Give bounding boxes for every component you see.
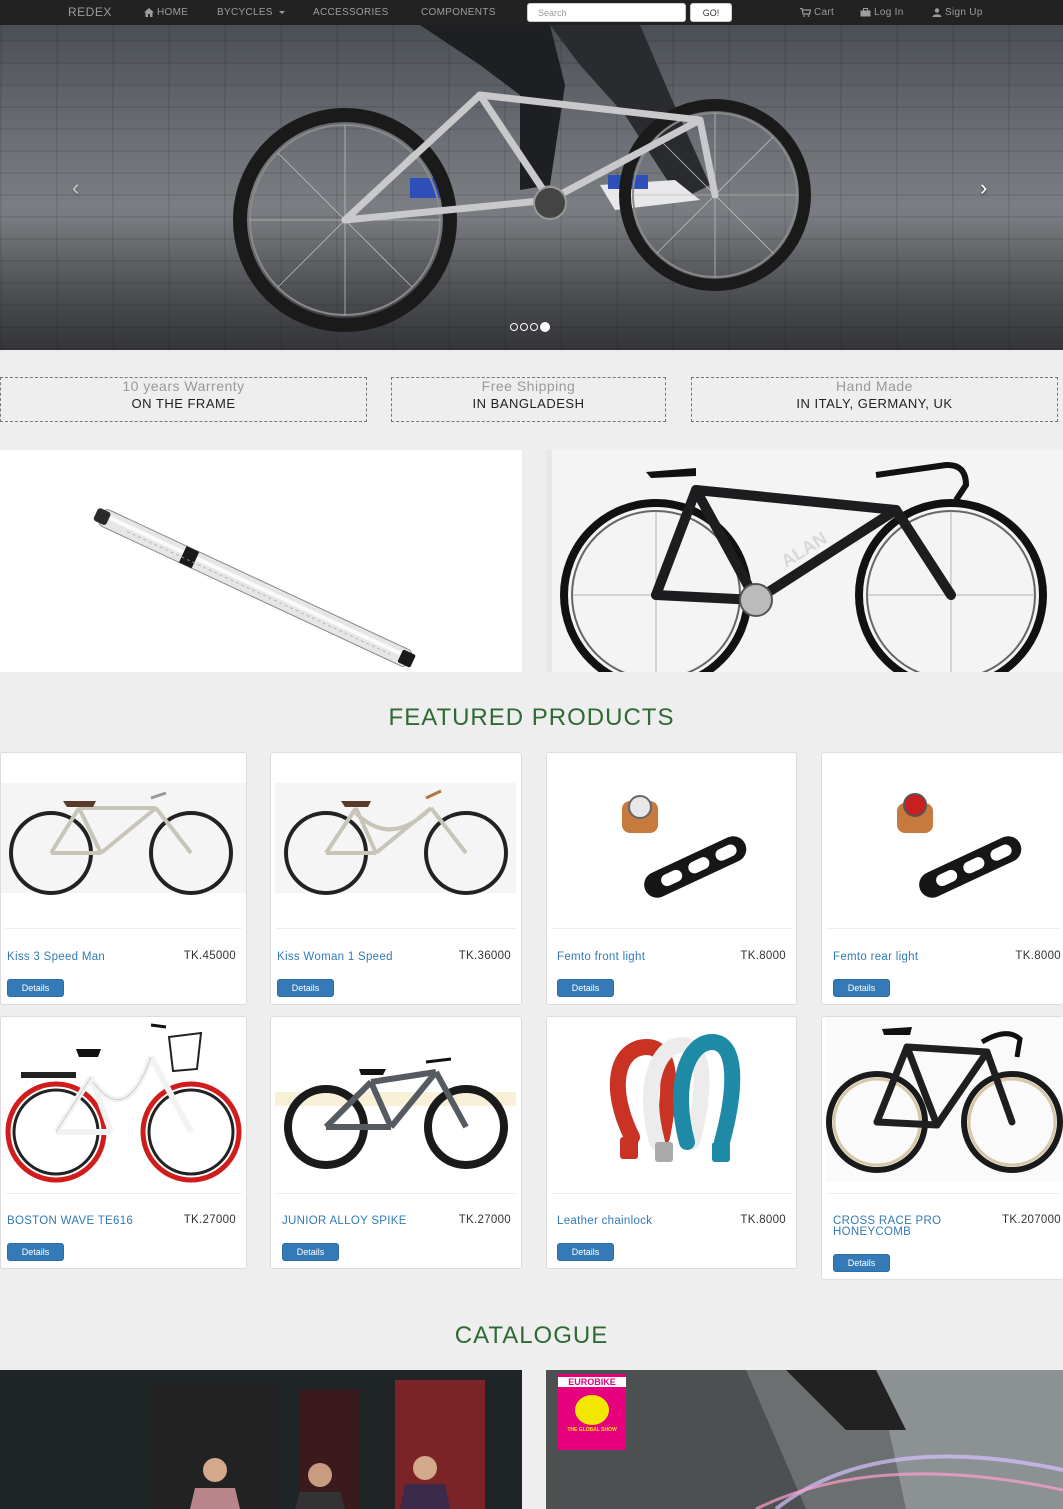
carousel-prev-button[interactable]: ‹ [72,175,79,201]
search-input[interactable] [527,3,686,22]
mountain-bike-image [275,1057,516,1169]
feature-subtitle: IN BANGLADESH [472,396,585,411]
product-name-link[interactable]: BOSTON WAVE TE616 [7,1215,133,1227]
promo-pump[interactable] [0,450,522,672]
product-price: TK.36000 [458,950,511,962]
catalogue-heading: CATALOGUE [454,1322,609,1349]
nav-accessories[interactable]: ACCESSORIES [313,7,389,18]
front-light-image [622,795,747,898]
product-card: Kiss Woman 1 Speed TK.36000 Details [270,752,522,1005]
chevron-down-icon [278,11,285,14]
user-icon [932,8,942,17]
product-image[interactable] [547,753,792,923]
road-bike-image: ALAN [546,450,1063,672]
nav-home[interactable]: HOME [144,7,188,18]
product-card: Kiss 3 Speed Man TK.45000 Details [0,752,247,1005]
feature-title: Free Shipping [481,378,576,394]
details-button[interactable]: Details [7,1243,64,1261]
feature-title: 10 years Warrenty [122,378,245,394]
hero-carousel: ‹ › [0,25,1063,350]
feature-subtitle: ON THE FRAME [131,396,236,411]
product-image[interactable] [271,753,516,923]
product-image[interactable] [1,753,246,923]
product-name-link[interactable]: Kiss 3 Speed Man [7,951,105,963]
nav-signup-label: Sign Up [945,7,983,18]
product-name-link[interactable]: Leather chainlock [557,1215,652,1227]
cart-icon [800,8,811,17]
cyclocross-bike-image [826,1017,1063,1182]
product-card: CROSS RACE PRO HONEYCOMB TK.207000 Detai… [821,1016,1063,1280]
nav-cart-label: Cart [814,7,835,18]
product-image[interactable] [1,1017,246,1187]
feature-subtitle: IN ITALY, GERMANY, UK [796,396,953,411]
feature-handmade: Hand Made IN ITALY, GERMANY, UK [691,377,1058,422]
catalogue-banner-left[interactable] [0,1370,522,1509]
nav-home-label: HOME [157,7,189,18]
feature-title: Hand Made [836,378,913,394]
product-name-link[interactable]: Kiss Woman 1 Speed [277,951,393,963]
product-price: TK.27000 [458,1214,511,1226]
feature-warranty: 10 years Warrenty ON THE FRAME [0,377,367,422]
product-image[interactable] [822,753,1063,923]
promo-road-bike[interactable]: ALAN [546,450,1063,672]
nav-login[interactable]: Log In [860,7,904,18]
nav-bycycles-label: BYCYCLES [217,7,273,18]
product-price: TK.45000 [183,950,236,962]
product-name-link[interactable]: CROSS RACE PRO HONEYCOMB [833,1215,983,1238]
details-button[interactable]: Details [557,979,614,997]
product-name-link[interactable]: Femto front light [557,951,645,963]
nav-components[interactable]: COMPONENTS [421,7,496,18]
rear-light-image [897,793,1022,898]
hero-bike-image [233,25,811,332]
product-price: TK.27000 [183,1214,236,1226]
product-card: Femto rear light TK.8000 Details [821,752,1063,1005]
product-price: TK.8000 [740,1214,786,1226]
carousel-indicator-active[interactable] [540,322,550,332]
product-name-link[interactable]: JUNIOR ALLOY SPIKE [282,1215,407,1227]
product-card: BOSTON WAVE TE616 TK.27000 Details [0,1016,247,1269]
product-card: Leather chainlock TK.8000 Details [546,1016,797,1269]
eurobike-logo: EUROBIKE THE GLOBAL SHOW [558,1374,626,1450]
details-button[interactable]: Details [277,979,334,997]
product-card: Femto front light TK.8000 Details [546,752,797,1005]
feature-shipping: Free Shipping IN BANGLADESH [391,377,666,422]
brand-logo[interactable]: REDEX [68,5,112,19]
product-price: TK.8000 [740,950,786,962]
catalogue-banner-right[interactable]: EUROBIKE THE GLOBAL SHOW [546,1370,1063,1509]
womens-city-bike-image [275,783,516,895]
product-image[interactable] [822,1017,1063,1187]
carousel-indicators [510,322,550,332]
chain-locks-image [609,1033,741,1162]
details-button[interactable]: Details [282,1243,339,1261]
featured-heading: FEATURED PRODUCTS [388,704,675,731]
bike-pump-image [93,508,416,668]
product-name-link[interactable]: Femto rear light [833,951,918,963]
nav-signup[interactable]: Sign Up [932,7,983,18]
product-price: TK.207000 [1002,1214,1061,1226]
details-button[interactable]: Details [833,979,890,997]
carousel-indicator[interactable] [520,323,528,331]
nav-cart[interactable]: Cart [800,7,834,18]
nav-bycycles-dropdown[interactable]: BYCYCLES [217,7,285,18]
product-image[interactable] [271,1017,516,1187]
catalogue-photo-people [0,1370,522,1509]
search-go-button[interactable]: GO! [690,3,732,22]
product-image[interactable] [547,1017,792,1187]
details-button[interactable]: Details [7,979,64,997]
details-button[interactable]: Details [833,1254,890,1272]
top-navbar: REDEX HOME BYCYCLES ACCESSORIES COMPONEN… [0,0,1063,25]
basket-bike-image [5,1023,242,1183]
city-bike-image [1,783,246,895]
home-icon [144,8,154,17]
briefcase-icon [860,8,871,17]
details-button[interactable]: Details [557,1243,614,1261]
carousel-next-button[interactable]: › [980,175,987,201]
carousel-indicator[interactable] [530,323,538,331]
product-card: JUNIOR ALLOY SPIKE TK.27000 Details [270,1016,522,1269]
nav-login-label: Log In [874,7,904,18]
carousel-indicator[interactable] [510,323,518,331]
product-price: TK.8000 [1015,950,1061,962]
